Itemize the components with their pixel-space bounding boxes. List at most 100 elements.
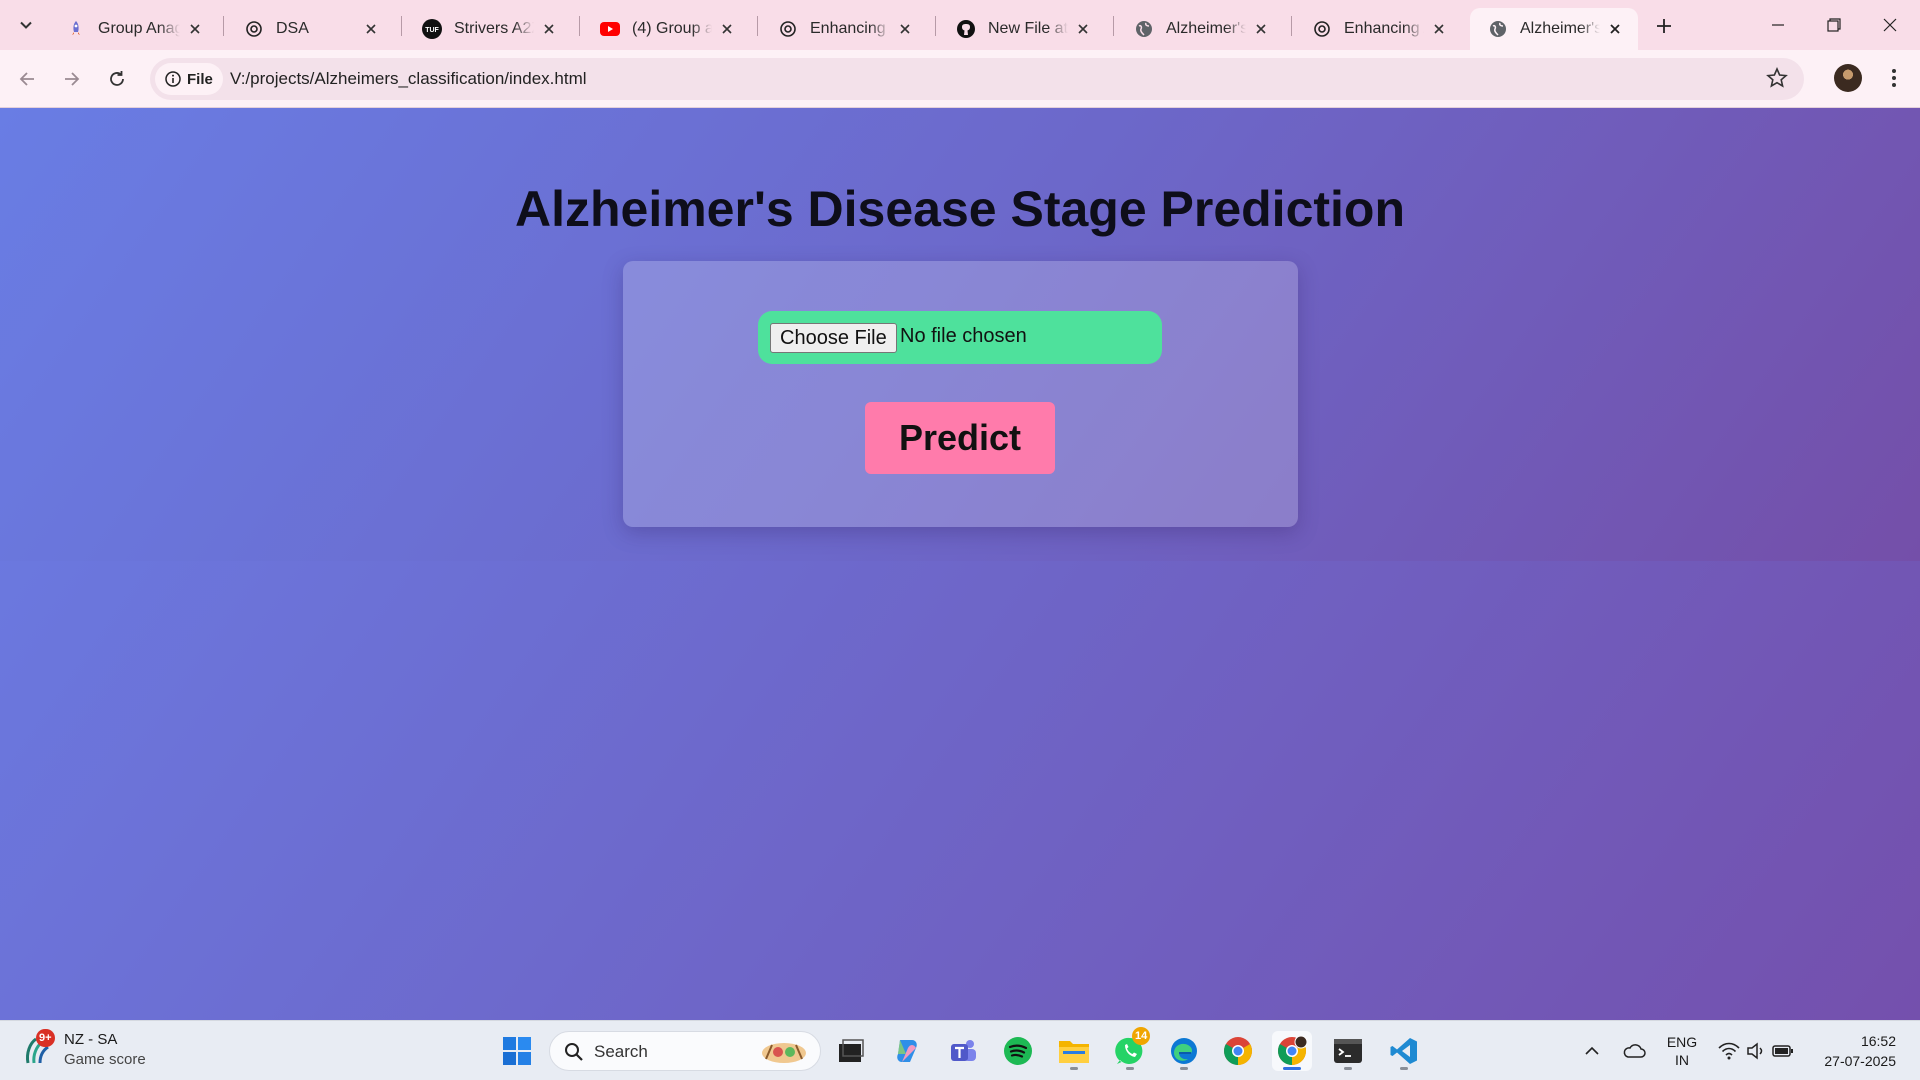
site-info-label: File [187, 70, 213, 88]
search-icon [565, 1043, 583, 1061]
close-icon[interactable] [1252, 20, 1270, 38]
plus-icon [1657, 19, 1671, 33]
task-view-icon [839, 1039, 864, 1062]
weather-widget[interactable]: 9+ NZ - SA Game score [22, 1028, 146, 1068]
taskbar-chrome[interactable] [1218, 1031, 1258, 1071]
onedrive-tray[interactable] [1614, 1031, 1654, 1071]
task-view-button[interactable] [831, 1031, 871, 1071]
tab-divider [935, 16, 936, 36]
language-line2: IN [1675, 1052, 1689, 1068]
tab-youtube[interactable]: (4) Group anagrams [582, 8, 750, 50]
globe-icon [1134, 19, 1154, 39]
wifi-icon [1718, 1042, 1740, 1060]
tab-title: Enhancing AI [810, 20, 890, 37]
back-button[interactable] [9, 61, 45, 97]
close-icon [1883, 18, 1897, 32]
profile-avatar[interactable] [1834, 64, 1862, 92]
tab-group-anagrams[interactable]: Group Anagrams [48, 8, 218, 50]
tab-divider [579, 16, 580, 36]
tab-title: New File at / [988, 20, 1068, 37]
close-icon[interactable] [186, 20, 204, 38]
tab-title: Alzheimer's Disease [1166, 20, 1246, 37]
address-bar[interactable]: File V:/projects/Alzheimers_classificati… [150, 58, 1804, 100]
close-icon[interactable] [1074, 20, 1092, 38]
taskbar-file-explorer[interactable] [1054, 1031, 1094, 1071]
reload-button[interactable] [99, 61, 135, 97]
more-vertical-icon [1892, 69, 1896, 87]
chevron-up-icon [1585, 1046, 1599, 1055]
taskbar-search[interactable]: Search [549, 1031, 821, 1071]
taskbar-chrome-profile[interactable] [1272, 1031, 1312, 1071]
tab-alzheimers-1[interactable]: Alzheimer's Disease [1116, 8, 1284, 50]
tab-github[interactable]: New File at / [938, 8, 1106, 50]
close-icon[interactable] [540, 20, 558, 38]
close-icon[interactable] [718, 20, 736, 38]
tab-alzheimers-active[interactable]: Alzheimer's Disease [1470, 8, 1638, 50]
tray-overflow-button[interactable] [1572, 1031, 1612, 1071]
tab-divider [223, 16, 224, 36]
vscode-icon [1390, 1038, 1417, 1064]
copilot-icon [897, 1040, 917, 1062]
forward-button[interactable] [54, 61, 90, 97]
openai-icon [778, 19, 798, 39]
taskbar: 9+ NZ - SA Game score Search 14 ENG IN 1… [0, 1020, 1920, 1080]
restore-button[interactable] [1806, 0, 1862, 50]
clock-date: 27-07-2025 [1824, 1053, 1896, 1069]
taskbar-spotify[interactable] [998, 1031, 1038, 1071]
info-icon [165, 71, 181, 87]
tab-enhancing-ai-2[interactable]: Enhancing AI [1294, 8, 1462, 50]
language-indicator[interactable]: ENG IN [1664, 1033, 1700, 1069]
choose-file-button[interactable]: Choose File [770, 323, 897, 353]
tab-divider [401, 16, 402, 36]
close-icon[interactable] [362, 20, 380, 38]
network-volume-battery-group[interactable] [1712, 1031, 1800, 1071]
close-icon[interactable] [1430, 20, 1448, 38]
tab-dsa[interactable]: DSA [226, 8, 394, 50]
minimize-button[interactable] [1750, 0, 1806, 50]
taskbar-vscode[interactable] [1384, 1031, 1424, 1071]
file-input[interactable]: Choose File No file chosen [758, 311, 1162, 364]
github-icon [956, 19, 976, 39]
tab-strip: Group Anagrams DSA TUF Strivers A2Z DSA … [0, 0, 1920, 50]
taskbar-edge[interactable] [1164, 1031, 1204, 1071]
running-indicator [1180, 1067, 1188, 1070]
widget-badge: 9+ [36, 1028, 55, 1047]
close-icon[interactable] [1606, 20, 1624, 38]
tab-title: Group Anagrams [98, 20, 180, 37]
predict-button[interactable]: Predict [865, 402, 1055, 474]
chrome-profile-icon [1278, 1036, 1307, 1065]
minimize-icon [1772, 24, 1784, 26]
url-text[interactable]: V:/projects/Alzheimers_classification/in… [230, 69, 587, 89]
taskbar-terminal[interactable] [1328, 1031, 1368, 1071]
spotify-icon [1004, 1037, 1032, 1065]
page-title: Alzheimer's Disease Stage Prediction [514, 181, 1405, 237]
volume-icon [1747, 1042, 1763, 1060]
tab-title: Strivers A2Z DSA [454, 20, 534, 37]
taskbar-clock[interactable]: 16:52 27-07-2025 [1824, 1031, 1896, 1071]
bookmark-star-icon[interactable] [1766, 66, 1788, 94]
cricket-icon: 9+ [22, 1028, 55, 1067]
chrome-icon [1224, 1037, 1252, 1065]
taskbar-teams[interactable] [943, 1031, 983, 1071]
close-icon[interactable] [896, 20, 914, 38]
close-window-button[interactable] [1862, 0, 1918, 50]
start-button[interactable] [497, 1031, 537, 1071]
tab-enhancing-ai-1[interactable]: Enhancing AI [760, 8, 928, 50]
tab-title: Alzheimer's Disease [1520, 20, 1600, 37]
youtube-icon [600, 19, 620, 39]
svg-text:TUF: TUF [425, 27, 439, 34]
browser-menu-button[interactable] [1880, 64, 1908, 92]
site-info-chip[interactable]: File [155, 63, 223, 95]
rocket-icon [66, 19, 86, 39]
taskbar-whatsapp[interactable]: 14 [1110, 1027, 1151, 1071]
new-tab-button[interactable] [1648, 10, 1680, 42]
tab-divider [757, 16, 758, 36]
running-indicator [1126, 1067, 1134, 1070]
browser-toolbar: File V:/projects/Alzheimers_classificati… [0, 50, 1920, 108]
tab-strivers[interactable]: TUF Strivers A2Z DSA [404, 8, 572, 50]
taskbar-copilot[interactable] [887, 1031, 927, 1071]
tuf-icon: TUF [422, 19, 442, 39]
tab-search-button[interactable] [10, 9, 42, 41]
widget-line1: NZ - SA [64, 1031, 118, 1048]
upload-card: Choose File No file chosen Predict [623, 261, 1298, 527]
